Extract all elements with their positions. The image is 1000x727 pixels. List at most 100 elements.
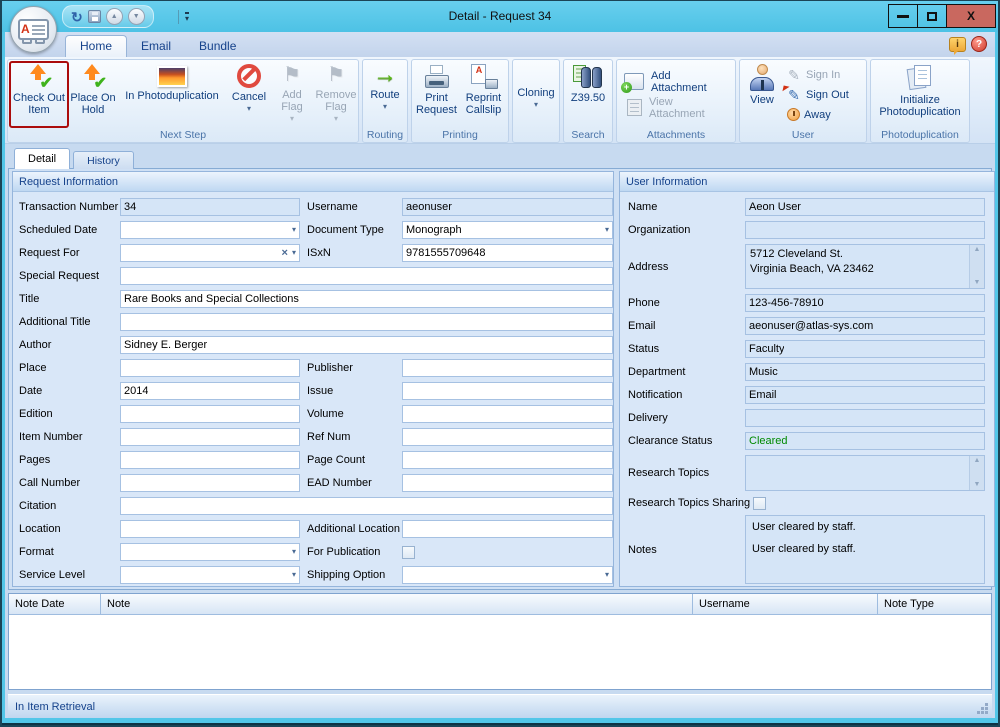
location-field[interactable] <box>120 520 300 538</box>
volume-field[interactable] <box>402 405 613 423</box>
notes-field[interactable]: User cleared by staff. User cleared by s… <box>745 515 985 584</box>
issue-label: Issue <box>307 385 334 397</box>
print-request-button[interactable]: Print Request <box>413 61 460 128</box>
window-title: Detail - Request 34 <box>448 9 552 23</box>
special-request-field[interactable] <box>120 267 613 285</box>
status-field[interactable]: Faculty <box>745 340 985 358</box>
column-header-note-date[interactable]: Note Date <box>9 594 101 614</box>
name-label: Name <box>628 201 658 213</box>
pages-field[interactable] <box>120 451 300 469</box>
tab-detail[interactable]: Detail <box>14 148 71 169</box>
notes-table-body[interactable] <box>9 615 991 689</box>
place-field[interactable] <box>120 359 300 377</box>
isxn-field[interactable]: 9781555709648 <box>402 244 613 262</box>
phone-field[interactable]: 123-456-78910 <box>745 294 985 312</box>
address-label: Address <box>628 260 669 273</box>
clearance-status-field[interactable]: Cleared <box>745 432 985 450</box>
maximize-button[interactable] <box>917 4 947 28</box>
add-flag-button[interactable]: ⚑ Add Flag ▾ <box>271 61 313 128</box>
request-for-field[interactable]: × ▾ <box>120 244 300 262</box>
clearance-status-value: Cleared <box>749 435 788 447</box>
resize-grip[interactable] <box>977 703 989 715</box>
ribbon-group-cloning: Cloning ▾ <box>512 59 560 143</box>
publisher-field[interactable] <box>402 359 613 377</box>
date-field[interactable]: 2014 <box>120 382 300 400</box>
add-attachment-button[interactable]: + Add Attachment <box>618 69 734 95</box>
sign-in-button[interactable]: ✎ Sign In <box>783 65 852 85</box>
ref-num-field[interactable] <box>402 428 613 446</box>
cancel-button[interactable]: Cancel ▾ <box>227 61 271 128</box>
chevron-down-icon[interactable]: ▾ <box>605 226 609 234</box>
in-photoduplication-button[interactable]: In Photoduplication <box>117 61 227 128</box>
citation-field[interactable] <box>120 497 613 515</box>
sign-out-button[interactable]: ✎ Sign Out <box>782 84 852 105</box>
check-out-item-button[interactable]: ✔ Check Out Item <box>9 61 69 128</box>
column-header-note[interactable]: Note <box>101 594 693 614</box>
issue-field[interactable] <box>402 382 613 400</box>
author-field[interactable]: Sidney E. Berger <box>120 336 613 354</box>
chevron-down-icon[interactable]: ▾ <box>292 548 296 556</box>
scroll-up-icon[interactable]: ▲ <box>974 246 981 254</box>
tab-bundle[interactable]: Bundle <box>185 36 250 57</box>
ribbon-group-printing: Print Request A Reprint Callslip Printin… <box>411 59 509 143</box>
additional-location-field[interactable] <box>402 520 613 538</box>
ribbon-tab-row: Home Email Bundle i ? <box>5 32 995 57</box>
address-field[interactable]: 5712 Cleveland St. Virginia Beach, VA 23… <box>745 244 985 289</box>
additional-title-field[interactable] <box>120 313 613 331</box>
reprint-callslip-button[interactable]: A Reprint Callslip <box>460 61 507 128</box>
notification-field[interactable]: Email <box>745 386 985 404</box>
aeon-logo-icon: A <box>18 19 49 44</box>
format-field[interactable]: ▾ <box>120 543 300 561</box>
transaction-number-field[interactable]: 34 <box>120 198 300 216</box>
edition-field[interactable] <box>120 405 300 423</box>
about-icon[interactable]: i <box>949 36 966 55</box>
scroll-down-icon[interactable]: ▼ <box>974 481 981 489</box>
clear-icon[interactable]: × <box>282 248 288 259</box>
department-field[interactable]: Music <box>745 363 985 381</box>
away-button[interactable]: Away <box>783 105 852 125</box>
research-topics-scrollbar[interactable]: ▲ ▼ <box>969 456 984 490</box>
service-level-field[interactable]: ▾ <box>120 566 300 584</box>
initialize-photoduplication-button[interactable]: Initialize Photoduplication <box>872 61 968 128</box>
remove-flag-button[interactable]: ⚑ Remove Flag ▾ <box>313 61 359 128</box>
chevron-down-icon[interactable]: ▾ <box>605 571 609 579</box>
tab-home[interactable]: Home <box>65 35 128 57</box>
scroll-down-icon[interactable]: ▼ <box>974 279 981 287</box>
tab-history[interactable]: History <box>73 151 134 169</box>
for-publication-checkbox[interactable] <box>402 545 415 559</box>
tab-email[interactable]: Email <box>127 36 185 57</box>
item-number-field[interactable] <box>120 428 300 446</box>
name-field[interactable]: Aeon User <box>745 198 985 216</box>
ead-number-field[interactable] <box>402 474 613 492</box>
view-user-button[interactable]: View <box>741 61 783 128</box>
delivery-field[interactable] <box>745 409 985 427</box>
view-attachment-button[interactable]: View Attachment <box>618 95 734 121</box>
cloning-button[interactable]: Cloning ▾ <box>514 61 558 128</box>
column-header-note-type[interactable]: Note Type <box>878 594 991 614</box>
address-scrollbar[interactable]: ▲ ▼ <box>969 245 984 288</box>
title-field[interactable]: Rare Books and Special Collections <box>120 290 613 308</box>
chevron-down-icon[interactable]: ▾ <box>292 226 296 234</box>
chevron-down-icon[interactable]: ▾ <box>292 249 296 257</box>
column-header-username[interactable]: Username <box>693 594 878 614</box>
z3950-button[interactable]: Z39.50 <box>565 61 611 128</box>
minimize-button[interactable] <box>888 4 918 28</box>
scheduled-date-field[interactable]: ▾ <box>120 221 300 239</box>
route-button[interactable]: → Route ▾ <box>364 61 406 128</box>
email-field[interactable]: aeonuser@atlas-sys.com <box>745 317 985 335</box>
app-menu-button[interactable]: A <box>10 6 57 53</box>
page-count-field[interactable] <box>402 451 613 469</box>
username-field[interactable]: aeonuser <box>402 198 613 216</box>
close-button[interactable]: X <box>946 4 996 28</box>
place-on-hold-button[interactable]: ✔ Place On Hold <box>69 61 117 128</box>
shipping-option-field[interactable]: ▾ <box>402 566 613 584</box>
document-type-field[interactable]: Monograph ▾ <box>402 221 613 239</box>
chevron-down-icon[interactable]: ▾ <box>292 571 296 579</box>
help-icon[interactable]: ? <box>971 36 987 52</box>
sign-out-icon: ✎ <box>782 84 802 102</box>
research-topics-field[interactable]: ▲ ▼ <box>745 455 985 491</box>
research-topics-sharing-checkbox[interactable] <box>753 496 766 510</box>
call-number-field[interactable] <box>120 474 300 492</box>
scroll-up-icon[interactable]: ▲ <box>974 457 981 465</box>
organization-field[interactable] <box>745 221 985 239</box>
